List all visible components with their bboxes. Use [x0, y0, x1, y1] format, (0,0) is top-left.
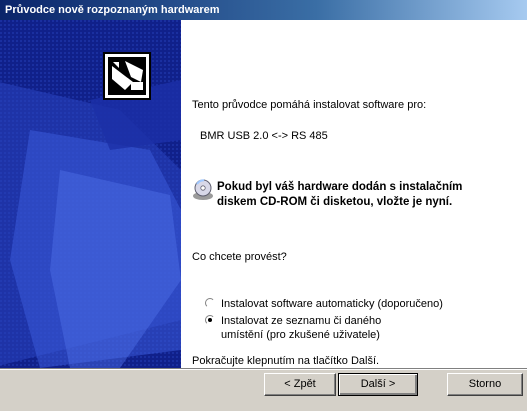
option-install-from-list[interactable]: Instalovat ze seznamu či daného umístění…: [205, 314, 381, 342]
option-install-automatic[interactable]: Instalovat software automaticky (doporuč…: [205, 297, 443, 311]
option-label-line-1: Instalovat ze seznamu či daného: [221, 315, 382, 327]
button-bar-divider: [0, 368, 527, 370]
wizard-background-graphic: [0, 20, 181, 368]
back-button[interactable]: < Zpět: [264, 373, 336, 396]
continue-instruction: Pokračujte klepnutím na tlačítko Další.: [192, 355, 380, 367]
cancel-button[interactable]: Storno: [447, 373, 523, 396]
wizard-content: Tento průvodce pomáhá instalovat softwar…: [181, 20, 527, 368]
option-label: Instalovat software automaticky (doporuč…: [221, 298, 443, 310]
radio-button[interactable]: [205, 298, 215, 308]
radio-button-selected[interactable]: [205, 315, 215, 325]
cd-message-line-2: diskem CD-ROM či disketou, vložte je nyn…: [217, 196, 453, 208]
cd-message: Pokud byl váš hardware dodán s instalačn…: [217, 180, 517, 210]
next-button[interactable]: Další >: [338, 373, 418, 396]
device-name: BMR USB 2.0 <-> RS 485: [200, 130, 328, 142]
option-label-line-2: umístění (pro zkušené uživatele): [221, 329, 380, 341]
question-label: Co chcete provést?: [192, 251, 287, 263]
window-title: Průvodce nově rozpoznaným hardwarem: [0, 0, 527, 20]
hardware-card-icon: [103, 52, 151, 100]
intro-text: Tento průvodce pomáhá instalovat softwar…: [192, 99, 427, 111]
cd-rom-icon: [192, 179, 214, 201]
cd-message-line-1: Pokud byl váš hardware dodán s instalačn…: [217, 181, 463, 193]
wizard-side-panel: [0, 20, 181, 368]
